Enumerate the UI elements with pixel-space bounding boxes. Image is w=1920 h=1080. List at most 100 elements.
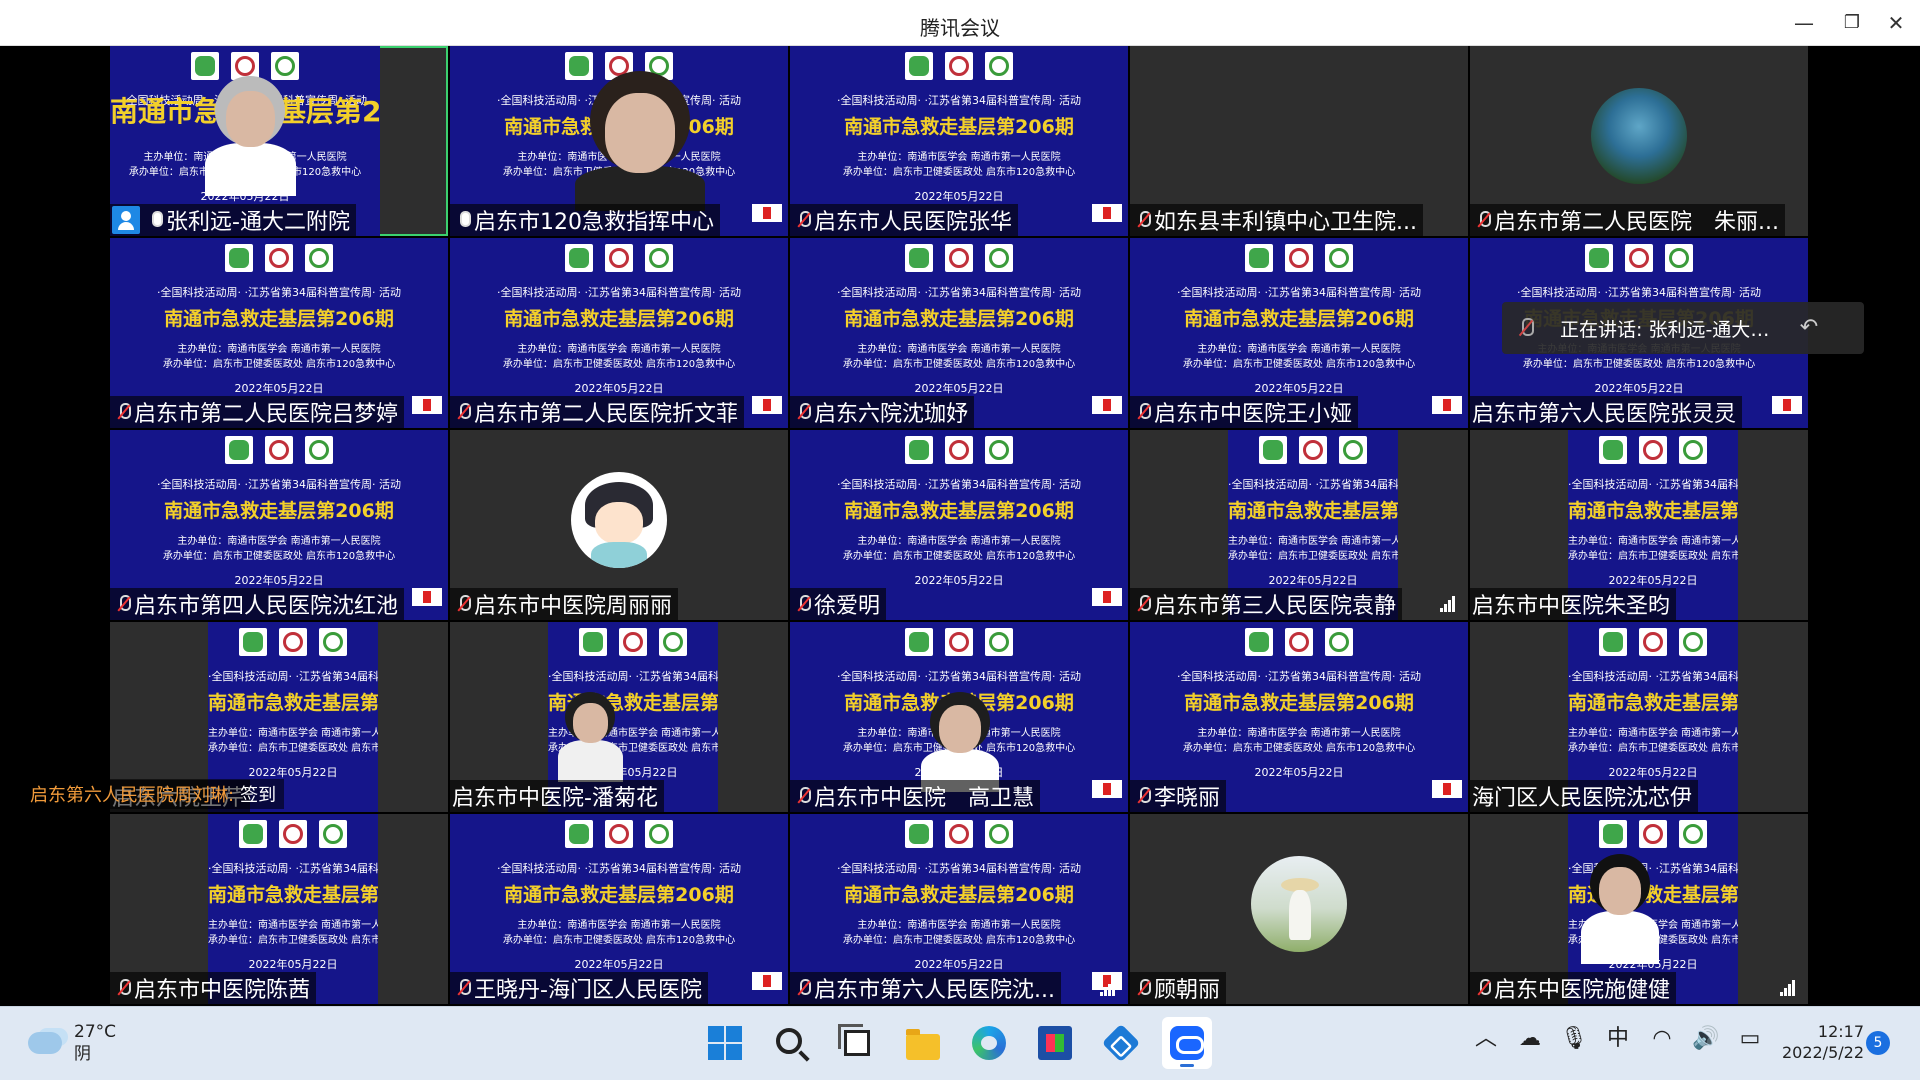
logo-mark [1643,440,1663,460]
organization-logo-icon [1665,244,1693,272]
logo-mark [989,248,1009,268]
tencent-meeting-button[interactable] [1162,1017,1212,1069]
speaking-toast[interactable]: 正在讲话: 张利远-通大二... ↶ [1502,302,1864,354]
participant-label: 启东市第二人民医院 朱丽... [1470,204,1785,236]
logo-mark [909,248,929,268]
edge-button[interactable] [964,1017,1014,1069]
logo-mark [663,632,683,652]
organization-logo-icon [945,244,973,272]
return-arrow-icon[interactable]: ↶ [1794,313,1824,343]
onedrive-cloud-icon[interactable]: ☁ [1516,1025,1544,1053]
participant-tile[interactable]: ·全国科技活动周· ·江苏省第34届科普宣传周· 活动南通市急救走基层第206期… [790,430,1128,620]
avatar [1251,856,1347,952]
participant-tile[interactable]: ·全国科技活动周· ·江苏省第34届科普宣传周· 活动南通市急救走基层第206期… [1470,814,1808,1004]
participant-label: 启东市中医院王小娅 [1130,396,1359,428]
participant-tile[interactable]: ·全国科技活动周· ·江苏省第34届科普宣传周· 活动南通市急救走基层第206期… [450,622,788,812]
organization-logo-icon [905,244,933,272]
participant-tile[interactable]: ·全国科技活动周· ·江苏省第34届科普宣传周· 活动南通市急救走基层第206期… [1470,622,1808,812]
participant-name: 启东市中医院朱圣昀 [1472,594,1671,619]
logo-mark [1303,440,1323,460]
participant-name: 启东市中医院 高卫慧 [814,786,1035,811]
participant-tile[interactable]: ·全国科技活动周· ·江苏省第34届科普宣传周· 活动南通市急救走基层第206期… [790,814,1128,1004]
participant-tile[interactable]: ·全国科技活动周· ·江苏省第34届科普宣传周· 活动南通市急救走基层第206期… [790,238,1128,428]
signin-name: 启东第六人民医院周刘琳: [30,785,235,806]
search-button[interactable] [766,1017,816,1069]
participant-tile[interactable]: ·全国科技活动周· ·江苏省第34届科普宣传周· 活动南通市急救走基层第206期… [790,46,1128,236]
participant-tile[interactable]: ·全国科技活动周· ·江苏省第34届科普宣传周· 活动南通市急救走基层第206期… [1130,238,1468,428]
battery-icon[interactable]: ▭ [1736,1025,1764,1053]
participant-tile[interactable]: ·全国科技活动周· ·江苏省第34届科普宣传周· 活动南通市急救走基层第206期… [1130,430,1468,620]
participant-tile[interactable]: ·全国科技活动周· ·江苏省第34届科普宣传周· 活动南通市急救走基层第206期… [1470,430,1808,620]
participant-name: 启东市第二人民医院折文菲 [474,402,739,427]
participant-tile[interactable]: 如东县丰利镇中心卫生院... [1130,46,1468,236]
slide-logos [1568,628,1738,656]
minimize-button[interactable]: — [1788,8,1820,38]
participant-tile[interactable]: 启东市第二人民医院 朱丽... [1470,46,1808,236]
slide-organizers: 主办单位：南通市医学会 南通市第一人民医院承办单位：启东市卫健委医政处 启东市1… [790,918,1128,948]
red-cross-icon [1092,396,1122,414]
red-cross-icon [412,588,442,606]
organization-logo-icon [565,820,593,848]
participant-tile[interactable]: ·全国科技活动周· ·江苏省第34届科普宣传周· 活动南通市急救走基层第206期… [790,622,1128,812]
organization-logo-icon [945,820,973,848]
organization-logo-icon [265,244,293,272]
close-button[interactable]: ✕ [1880,8,1912,38]
ime-indicator[interactable]: 中 [1604,1025,1632,1053]
logo-mark [269,248,289,268]
file-explorer-button[interactable] [898,1017,948,1069]
participant-tile[interactable]: ·全国科技活动周· ·江苏省第34届科普宣传周· 活动南通市急救走基层第206期… [450,814,788,1004]
red-cross-icon [752,396,782,414]
avatar-face [595,502,643,544]
wifi-icon[interactable]: ◠ [1648,1025,1676,1053]
red-cross-icon [1772,396,1802,414]
person-body [557,739,623,782]
volume-icon[interactable]: 🔊 [1692,1025,1720,1053]
participant-tile[interactable]: ·全国科技活动周· ·江苏省第34届科普宣传周· 活动南通市急救走基层第206期… [450,238,788,428]
participant-label: 启东市中医院陈茜 [110,972,317,1004]
slide-logos [1130,244,1468,272]
participant-label: 启东市中医院-潘菊花 [450,780,664,812]
slide-organizers: 主办单位：南通市医学会 南通市第一人民医院承办单位：启东市卫健委医政处 启东市1… [208,918,378,948]
task-view-button[interactable] [832,1017,882,1069]
notification-badge[interactable]: 5 [1866,1031,1890,1055]
weather-temp: 27°C [74,1022,117,1042]
microphone-icon [452,207,474,233]
slide-line: ·全国科技活动周· ·江苏省第34届科普宣传周· 活动 [548,670,718,683]
slide-host: 主办单位：南通市医学会 南通市第一人民医院 [177,344,381,355]
organization-logo-icon [1585,244,1613,272]
red-cross-icon [1432,780,1462,798]
participant-tile[interactable]: 启东市中医院周丽丽 [450,430,788,620]
participant-tile[interactable]: 顾朝丽 [1130,814,1468,1004]
participant-label: 启东市中医院周丽丽 [450,588,679,620]
organization-logo-icon [579,628,607,656]
participant-tile[interactable]: ·全国科技活动周· ·江苏省第34届科普宣传周· 活动南通市急救走基层第206期… [110,238,448,428]
participant-name: 启东市中医院周丽丽 [474,594,673,619]
logo-mark [583,632,603,652]
logo-mark [609,248,629,268]
store-button[interactable] [1030,1017,1080,1069]
slide-title: 南通市急救走基层第206期 [1184,308,1414,330]
participant-tile[interactable]: ·全国科技活动周· ·江苏省第34届科普宣传周· 活动南通市急救走基层第206期… [1130,622,1468,812]
weather-widget[interactable]: 27°C 阴 [28,1021,116,1065]
avatar-robe [591,542,647,568]
participant-video [921,692,999,792]
participant-tile[interactable]: ·全国科技活动周· ·江苏省第34届科普宣传周· 活动南通市急救走基层第206期… [110,46,448,236]
participant-name: 启东市第三人民医院袁静 [1154,594,1397,619]
microphone-icon[interactable]: 🎙 [1560,1025,1588,1053]
app-button[interactable] [1096,1017,1146,1069]
start-button[interactable] [700,1017,750,1069]
red-cross-icon [1092,204,1122,222]
logo-mark [1263,440,1283,460]
maximize-button[interactable]: ❐ [1836,8,1868,38]
slide-organizers: 主办单位：南通市医学会 南通市第一人民医院承办单位：启东市卫健委医政处 启东市1… [1130,342,1468,372]
participant-tile[interactable]: ·全国科技活动周· ·江苏省第34届科普宣传周· 活动南通市急救走基层第206期… [110,430,448,620]
organization-logo-icon [1325,244,1353,272]
participant-tile[interactable]: ·全国科技活动周· ·江苏省第34届科普宣传周· 活动南通市急救走基层第206期… [110,814,448,1004]
clock[interactable]: 12:17 2022/5/22 [1768,1021,1864,1063]
participant-tile[interactable]: ·全国科技活动周· ·江苏省第34届科普宣传周· 活动南通市急救走基层第206期… [450,46,788,236]
slide-date: 2022年05月22日 [914,190,1004,203]
slide-date: 2022年05月22日 [1608,766,1698,779]
mic-muted-icon [792,591,814,617]
chevron-up-icon[interactable]: ︿ [1472,1025,1500,1053]
logo-mark [275,56,295,76]
